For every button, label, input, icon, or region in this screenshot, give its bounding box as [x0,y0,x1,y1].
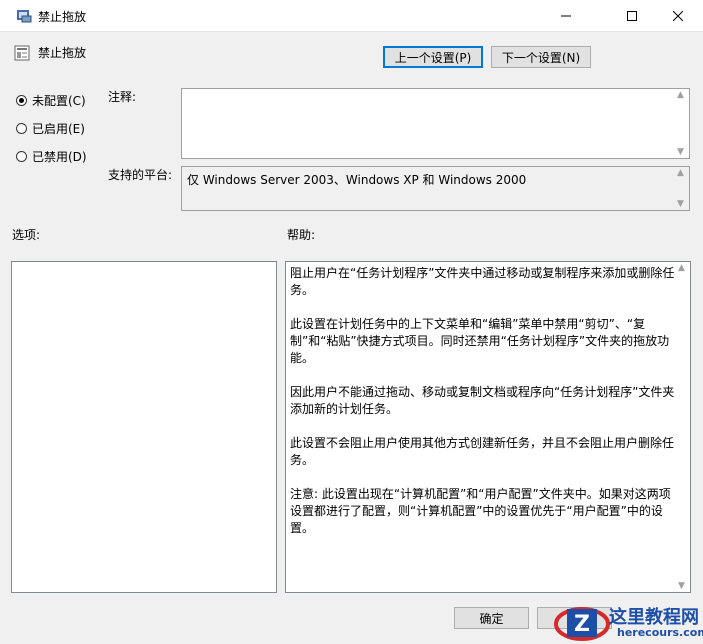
radio-label: 未配置(C) [32,94,86,108]
help-paragraph: 阻止用户在“任务计划程序”文件夹中通过移动或复制程序来添加或删除任务。 [290,266,675,297]
maximize-button[interactable] [609,0,655,31]
watermark-url: herecours.com [617,626,703,639]
policy-name: 禁止拖放 [38,46,87,60]
help-label: 帮助: [287,228,316,242]
next-setting-button[interactable]: 下一个设置(N) [491,46,591,68]
scroll-up-arrow-icon[interactable]: ▲ [677,167,684,179]
radio-enabled[interactable]: 已启用(E) [16,120,85,137]
radio-label: 已禁用(D) [32,150,87,164]
scroll-down-arrow-icon[interactable]: ▼ [677,146,684,158]
previous-setting-button[interactable]: 上一个设置(P) [383,46,483,68]
watermark-logo-icon: Z [554,607,610,641]
scroll-down-arrow-icon[interactable]: ▼ [677,198,684,210]
platform-value: 仅 Windows Server 2003、Windows XP 和 Windo… [187,173,527,187]
radio-disabled[interactable]: 已禁用(D) [16,148,87,165]
options-panel [11,261,277,593]
group-policy-app-icon [17,10,32,23]
close-icon [673,10,683,21]
scroll-up-arrow-icon[interactable]: ▲ [677,89,684,101]
platform-label: 支持的平台: [108,168,173,182]
options-label: 选项: [12,228,41,242]
close-button[interactable] [655,0,701,31]
maximize-icon [627,10,637,21]
scroll-down-arrow-icon[interactable]: ▼ [678,580,685,592]
comment-scrollbar[interactable]: ▲ ▼ [672,89,689,158]
radio-button[interactable] [16,151,27,162]
svg-text:Z: Z [574,612,590,637]
radio-not-configured[interactable]: 未配置(C) [16,92,86,109]
minimize-icon [561,15,571,16]
help-paragraph: 此设置不会阻止用户使用其他方式创建新任务，并且不会阻止用户删除任务。 [290,436,675,467]
help-paragraph: 注意: 此设置出现在“计算机配置”和“用户配置”文件夹中。如果对这两项设置都进行… [290,487,671,535]
help-scrollbar[interactable]: ▲ ▼ [673,262,690,592]
scroll-up-arrow-icon[interactable]: ▲ [678,262,685,274]
help-paragraph: 因此用户不能通过拖动、移动或复制文档或程序向“任务计划程序”文件夹添加新的计划任… [290,385,675,416]
help-panel: 阻止用户在“任务计划程序”文件夹中通过移动或复制程序来添加或删除任务。 此设置在… [285,261,691,593]
minimize-button[interactable] [543,0,589,31]
policy-setting-icon [14,45,30,61]
radio-button[interactable] [16,123,27,134]
platform-scrollbar[interactable]: ▲ ▼ [672,167,689,210]
window-title: 禁止拖放 [38,10,87,24]
help-text: 阻止用户在“任务计划程序”文件夹中通过移动或复制程序来添加或删除任务。 此设置在… [290,265,675,554]
comment-textarea[interactable]: ▲ ▼ [181,88,690,159]
radio-label: 已启用(E) [32,122,85,136]
site-watermark: Z 这里教程网 herecours.com [553,600,703,644]
platform-field: 仅 Windows Server 2003、Windows XP 和 Windo… [181,166,690,211]
radio-button-selected[interactable] [16,95,27,106]
comment-label: 注释: [108,90,137,104]
help-paragraph: 此设置在计划任务中的上下文菜单和“编辑”菜单中禁用“剪切”、“复制”和“粘贴”快… [290,317,670,365]
title-bar: 禁止拖放 [0,0,703,32]
ok-button[interactable]: 确定 [454,607,529,629]
